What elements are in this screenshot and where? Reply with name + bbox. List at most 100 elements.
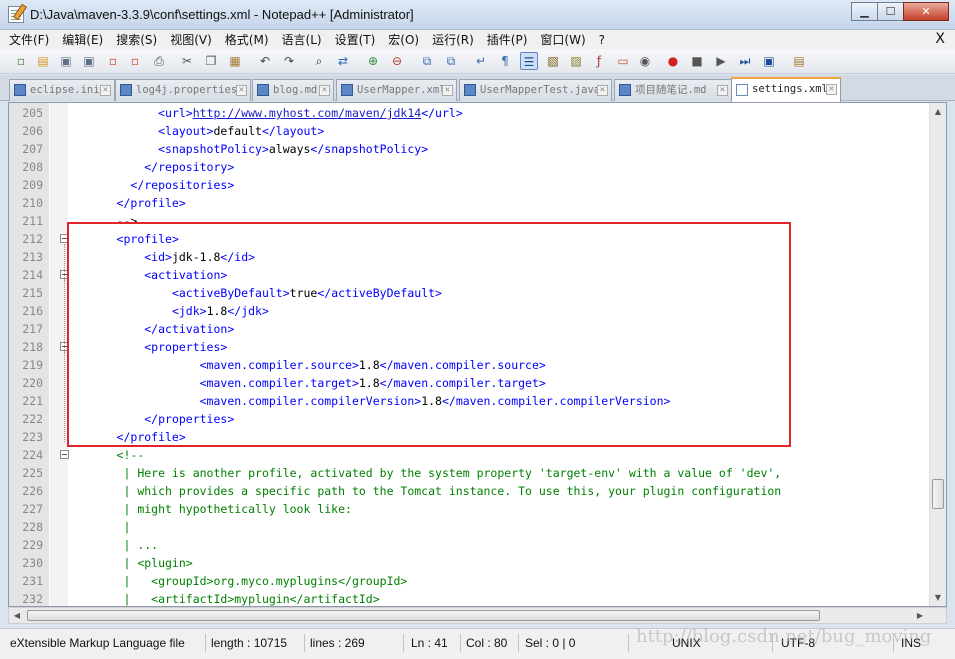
menu-item-6[interactable]: 设置(T) xyxy=(335,31,376,48)
line-number: 218 xyxy=(22,340,43,354)
scroll-up-arrow-icon[interactable]: ▲ xyxy=(930,103,946,120)
code-line[interactable]: 226 | which provides a specific path to … xyxy=(9,482,930,500)
undo-icon[interactable]: ↶ xyxy=(256,52,274,70)
function-list-icon[interactable]: ƒ xyxy=(590,52,608,70)
tab-0[interactable]: eclipse.ini ✕ xyxy=(9,79,115,101)
line-number: 217 xyxy=(22,322,43,336)
code-line[interactable]: 228 | xyxy=(9,518,930,536)
menu-item-7[interactable]: 宏(O) xyxy=(388,31,419,48)
tab-close-icon[interactable]: ✕ xyxy=(597,85,608,96)
udl-icon[interactable]: ▧ xyxy=(544,52,562,70)
new-file-icon[interactable]: ▫ xyxy=(12,52,30,70)
vertical-scroll-thumb[interactable] xyxy=(932,479,944,509)
line-number: 232 xyxy=(22,592,43,606)
play-macro-icon[interactable]: ▶ xyxy=(712,52,730,70)
menu-item-1[interactable]: 编辑(E) xyxy=(62,31,103,48)
editor-pane[interactable]: 205 <url>http://www.myhost.com/maven/jdk… xyxy=(8,102,947,607)
horizontal-scroll-thumb[interactable] xyxy=(27,610,820,621)
tab-3[interactable]: UserMapper.xml ✕ xyxy=(336,79,457,101)
code-line[interactable]: 232 | <artifactId>myplugin</artifactId> xyxy=(9,590,930,606)
line-number: 221 xyxy=(22,394,43,408)
code-line[interactable]: 209 </repositories> xyxy=(9,176,930,194)
sync-horizontal-icon[interactable]: ⧉ xyxy=(442,52,460,70)
status-selection: Sel : 0 | 0 xyxy=(523,634,629,652)
document-map-icon[interactable]: ▨ xyxy=(567,52,585,70)
menu-item-9[interactable]: 插件(P) xyxy=(487,31,528,48)
code-text: | which provides a specific path to the … xyxy=(123,484,782,498)
menu-item-11[interactable]: ? xyxy=(599,33,605,47)
minimize-button[interactable]: ▁ xyxy=(851,2,878,21)
maximize-button[interactable]: ☐ xyxy=(877,2,904,21)
paste-icon[interactable]: ▦ xyxy=(226,52,244,70)
menu-item-0[interactable]: 文件(F) xyxy=(9,31,49,48)
menu-item-10[interactable]: 窗口(W) xyxy=(540,31,585,48)
tab-close-icon[interactable]: ✕ xyxy=(826,84,837,95)
tab-2[interactable]: blog.md ✕ xyxy=(252,79,334,101)
monitor-icon[interactable]: ◉ xyxy=(636,52,654,70)
horizontal-scrollbar[interactable]: ◀ ▶ xyxy=(8,607,947,624)
menu-bar: 文件(F) 编辑(E) 搜索(S) 视图(V) 格式(M) 语言(L) 设置(T) 宏(O) 运… xyxy=(0,30,955,49)
run-macro-multiple-icon[interactable]: ⏭ xyxy=(736,52,754,70)
print-icon[interactable]: ⎙ xyxy=(150,52,168,70)
close-file-icon[interactable]: ▫ xyxy=(104,52,122,70)
cut-icon[interactable]: ✂ xyxy=(178,52,196,70)
code-line[interactable]: 208 </repository> xyxy=(9,158,930,176)
sync-vertical-icon[interactable]: ⧉ xyxy=(418,52,436,70)
vertical-scrollbar[interactable]: ▲ ▼ xyxy=(929,103,946,606)
scroll-down-arrow-icon[interactable]: ▼ xyxy=(930,589,946,606)
code-line[interactable]: 225 | Here is another profile, activated… xyxy=(9,464,930,482)
line-number: 206 xyxy=(22,124,43,138)
close-window-button[interactable]: ✕ xyxy=(903,2,949,21)
stop-macro-icon[interactable]: ■ xyxy=(688,52,706,70)
tab-close-icon[interactable]: ✕ xyxy=(319,85,330,96)
tab-5[interactable]: 项目随笔记.md ✕ xyxy=(614,79,732,101)
code-line[interactable]: 229 | ... xyxy=(9,536,930,554)
save-macro-icon[interactable]: ▣ xyxy=(760,52,778,70)
plugin-icon[interactable]: ▤ xyxy=(790,52,808,70)
save-all-icon[interactable]: ▣ xyxy=(80,52,98,70)
zoom-out-icon[interactable]: ⊖ xyxy=(388,52,406,70)
menu-item-3[interactable]: 视图(V) xyxy=(170,31,212,48)
code-line[interactable]: 231 | <groupId>org.myco.myplugins</group… xyxy=(9,572,930,590)
fold-guide xyxy=(64,280,65,334)
tab-close-icon[interactable]: ✕ xyxy=(442,85,453,96)
zoom-in-icon[interactable]: ⊕ xyxy=(364,52,382,70)
folder-as-workspace-icon[interactable]: ▭ xyxy=(614,52,632,70)
code-text: | <artifactId>myplugin</artifactId> xyxy=(123,592,380,606)
file-icon xyxy=(14,84,26,96)
tab-close-icon[interactable]: ✕ xyxy=(100,85,111,96)
fold-toggle-icon[interactable] xyxy=(60,450,69,459)
code-line[interactable]: 207 <snapshotPolicy>always</snapshotPoli… xyxy=(9,140,930,158)
show-all-chars-icon[interactable]: ¶ xyxy=(496,52,514,70)
menu-item-2[interactable]: 搜索(S) xyxy=(116,31,157,48)
file-icon xyxy=(619,84,631,96)
scroll-right-arrow-icon[interactable]: ▶ xyxy=(912,608,928,623)
save-icon[interactable]: ▣ xyxy=(57,52,75,70)
menu-item-5[interactable]: 语言(L) xyxy=(282,31,322,48)
indent-guide-icon[interactable]: ☰ xyxy=(520,52,538,70)
code-line[interactable]: 210 </profile> xyxy=(9,194,930,212)
word-wrap-icon[interactable]: ↵ xyxy=(472,52,490,70)
replace-icon[interactable]: ⇄ xyxy=(334,52,352,70)
code-line[interactable]: 230 | <plugin> xyxy=(9,554,930,572)
tab-close-icon[interactable]: ✕ xyxy=(717,85,728,96)
menu-item-8[interactable]: 运行(R) xyxy=(432,31,474,48)
open-file-icon[interactable]: ▤ xyxy=(34,52,52,70)
code-line[interactable]: 224 <!-- xyxy=(9,446,930,464)
find-icon[interactable]: ⌕ xyxy=(310,52,328,70)
record-macro-icon[interactable]: ● xyxy=(664,52,682,70)
code-line[interactable]: 206 <layout>default</layout> xyxy=(9,122,930,140)
code-line[interactable]: 227 | might hypothetically look like: xyxy=(9,500,930,518)
menu-item-4[interactable]: 格式(M) xyxy=(225,31,269,48)
tab-4[interactable]: UserMapperTest.java ✕ xyxy=(459,79,612,101)
scroll-left-arrow-icon[interactable]: ◀ xyxy=(9,608,25,623)
file-icon xyxy=(257,84,269,96)
tab-6[interactable]: settings.xml ✕ xyxy=(731,77,841,102)
tab-1[interactable]: log4j.properties ✕ xyxy=(115,79,251,101)
close-document-button[interactable]: X xyxy=(935,31,945,47)
close-all-icon[interactable]: ▫ xyxy=(126,52,144,70)
tab-close-icon[interactable]: ✕ xyxy=(236,85,247,96)
code-line[interactable]: 205 <url>http://www.myhost.com/maven/jdk… xyxy=(9,104,930,122)
copy-icon[interactable]: ❐ xyxy=(202,52,220,70)
redo-icon[interactable]: ↷ xyxy=(280,52,298,70)
